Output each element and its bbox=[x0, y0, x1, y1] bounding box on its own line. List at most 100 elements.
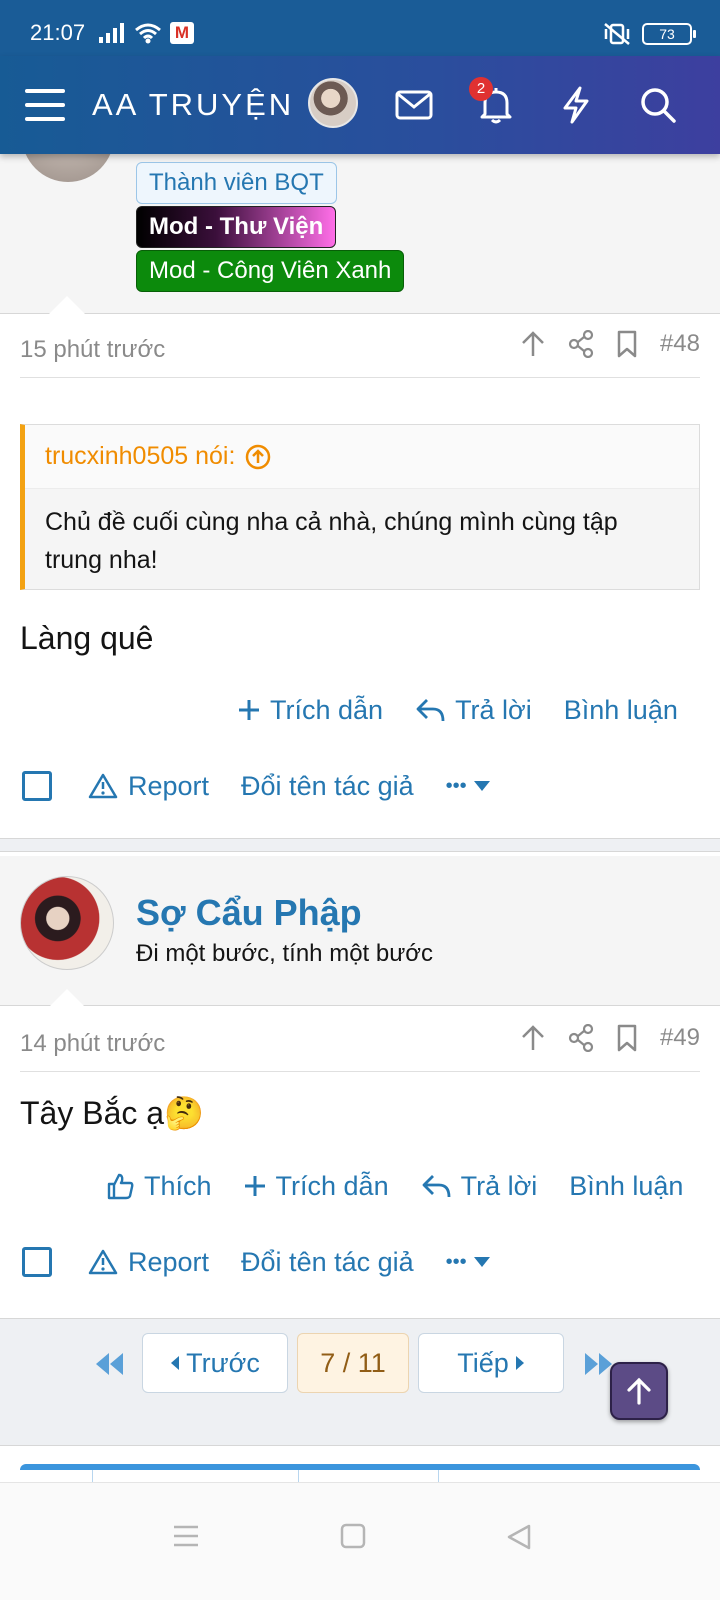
report-button[interactable]: Report bbox=[88, 771, 209, 802]
caret-down-icon bbox=[473, 780, 491, 792]
quote-block: trucxinh0505 nói: Chủ đề cuối cùng nha c… bbox=[20, 424, 700, 590]
next-page-button[interactable]: Tiếp bbox=[418, 1333, 564, 1393]
like-button[interactable]: Thích bbox=[106, 1171, 212, 1202]
post-separator bbox=[0, 838, 720, 852]
gmail-icon: M bbox=[170, 22, 194, 44]
post48-actions: Trích dẫn Trả lời Bình luận bbox=[238, 690, 678, 730]
next-label: Tiếp bbox=[457, 1347, 509, 1378]
reply-label: Trả lời bbox=[460, 1170, 538, 1201]
search-button[interactable] bbox=[638, 56, 678, 154]
comment-label: Bình luận bbox=[563, 694, 678, 725]
caret-right-icon bbox=[515, 1355, 525, 1371]
prev-label: Trước bbox=[186, 1347, 260, 1378]
status-right-icons: 73 bbox=[602, 22, 696, 46]
quote-jump-icon[interactable] bbox=[245, 444, 271, 470]
battery-indicator: 73 bbox=[642, 23, 696, 45]
more-dots: ••• bbox=[445, 1250, 467, 1273]
post-number[interactable]: #49 bbox=[660, 1024, 700, 1052]
user-tag-mod-park: Mod - Công Viên Xanh bbox=[136, 250, 405, 292]
post48-tools: Report Đổi tên tác giả ••• bbox=[20, 764, 700, 808]
quote-button[interactable]: Trích dẫn bbox=[238, 695, 383, 726]
status-left-icons: M bbox=[98, 22, 194, 44]
quote-author: trucxinh0505 nói: bbox=[45, 442, 236, 470]
like-label: Thích bbox=[144, 1170, 212, 1201]
post-meta-icons: #48 bbox=[520, 330, 700, 358]
more-options-button[interactable]: ••• bbox=[446, 775, 491, 798]
nav-home-button[interactable] bbox=[340, 1523, 370, 1553]
post48-meta: 15 phút trước #48 bbox=[20, 316, 700, 378]
caret-down-icon bbox=[473, 1256, 491, 1268]
alerts-button[interactable] bbox=[476, 56, 516, 154]
rename-label: Đổi tên tác giả bbox=[241, 1246, 414, 1277]
whats-new-button[interactable] bbox=[558, 56, 594, 154]
scroll-to-top-button[interactable] bbox=[610, 1362, 668, 1420]
reply-button[interactable]: Trả lời bbox=[415, 695, 532, 726]
prev-page-button[interactable]: Trước bbox=[142, 1333, 288, 1393]
status-bar: 21:07 M 73 bbox=[0, 0, 720, 56]
user-title: Đi một bước, tính một bước bbox=[136, 940, 434, 967]
status-time: 21:07 bbox=[30, 20, 86, 45]
site-logo[interactable]: AA TRUYỆN bbox=[92, 56, 294, 154]
signal-icon bbox=[98, 23, 126, 43]
lightning-icon bbox=[561, 86, 591, 124]
select-checkbox[interactable] bbox=[22, 1247, 52, 1277]
bookmark-icon[interactable] bbox=[616, 330, 638, 358]
post-time[interactable]: 15 phút trước bbox=[20, 336, 165, 364]
comment-label: Bình luận bbox=[569, 1170, 684, 1201]
share-icon[interactable] bbox=[568, 1024, 594, 1052]
nav-back-button[interactable] bbox=[506, 1523, 536, 1553]
hamburger-icon bbox=[23, 87, 67, 123]
post49-avatar[interactable] bbox=[20, 876, 114, 970]
user-block-arrow bbox=[48, 988, 86, 1007]
post-meta-icons: #49 bbox=[520, 1024, 700, 1052]
site-header: AA TRUYỆN bbox=[0, 56, 720, 154]
quote-button[interactable]: Trích dẫn bbox=[244, 1171, 389, 1202]
arrow-up-icon bbox=[624, 1376, 654, 1406]
warning-icon bbox=[88, 773, 118, 799]
more-dots: ••• bbox=[445, 774, 467, 797]
rename-author-button[interactable]: Đổi tên tác giả bbox=[241, 771, 414, 802]
more-options-button[interactable]: ••• bbox=[446, 1251, 491, 1274]
post49-meta: 14 phút trước #49 bbox=[20, 1010, 700, 1072]
first-page-button[interactable] bbox=[92, 1349, 126, 1379]
system-nav-bar bbox=[0, 1482, 720, 1600]
comment-button[interactable]: Bình luận bbox=[564, 695, 678, 726]
back-triangle-icon bbox=[506, 1523, 536, 1551]
post49-actions: Thích Trích dẫn Trả lời Bình luận bbox=[106, 1166, 683, 1206]
inbox-button[interactable] bbox=[394, 56, 434, 154]
double-chevron-left-icon bbox=[92, 1349, 126, 1379]
post-author[interactable]: Sợ Cẩu Phập bbox=[136, 892, 362, 934]
home-square-icon bbox=[340, 1523, 370, 1549]
select-checkbox[interactable] bbox=[22, 771, 52, 801]
user-avatar[interactable] bbox=[308, 78, 358, 128]
reply-icon bbox=[415, 697, 445, 723]
reply-button[interactable]: Trả lời bbox=[421, 1170, 538, 1202]
menu-button[interactable] bbox=[20, 56, 70, 154]
post-number[interactable]: #48 bbox=[660, 330, 700, 358]
user-block-arrow bbox=[48, 295, 86, 314]
rename-label: Đổi tên tác giả bbox=[241, 770, 414, 801]
post49-text: Tây Bắc ạ🤔 bbox=[20, 1095, 204, 1131]
reply-label: Trả lời bbox=[455, 694, 532, 725]
reply-icon bbox=[421, 1173, 451, 1199]
report-button[interactable]: Report bbox=[88, 1247, 209, 1278]
bookmark-icon[interactable] bbox=[616, 1024, 638, 1052]
plus-icon bbox=[238, 699, 260, 721]
caret-left-icon bbox=[170, 1355, 180, 1371]
post49-user-block: Sợ Cẩu Phập Đi một bước, tính một bước bbox=[0, 856, 720, 1007]
arrow-up-icon[interactable] bbox=[520, 330, 546, 358]
post-time[interactable]: 14 phút trước bbox=[20, 1030, 165, 1058]
quote-label: Trích dẫn bbox=[275, 1170, 389, 1201]
post49-tools: Report Đổi tên tác giả ••• bbox=[20, 1240, 700, 1284]
nav-menu-button[interactable] bbox=[172, 1523, 202, 1553]
comment-button[interactable]: Bình luận bbox=[569, 1171, 683, 1202]
arrow-up-icon[interactable] bbox=[520, 1024, 546, 1052]
post48-text: Làng quê bbox=[20, 620, 154, 656]
rename-author-button[interactable]: Đổi tên tác giả bbox=[241, 1247, 414, 1278]
user-tag-mod-library: Mod - Thư Viện bbox=[136, 206, 337, 248]
current-page[interactable]: 7 / 11 bbox=[297, 1333, 409, 1393]
share-icon[interactable] bbox=[568, 330, 594, 358]
post48-user-block: Thành viên BQT Mod - Thư Viện Mod - Công… bbox=[0, 114, 720, 314]
quote-header[interactable]: trucxinh0505 nói: bbox=[25, 425, 699, 489]
report-label: Report bbox=[128, 1246, 210, 1277]
